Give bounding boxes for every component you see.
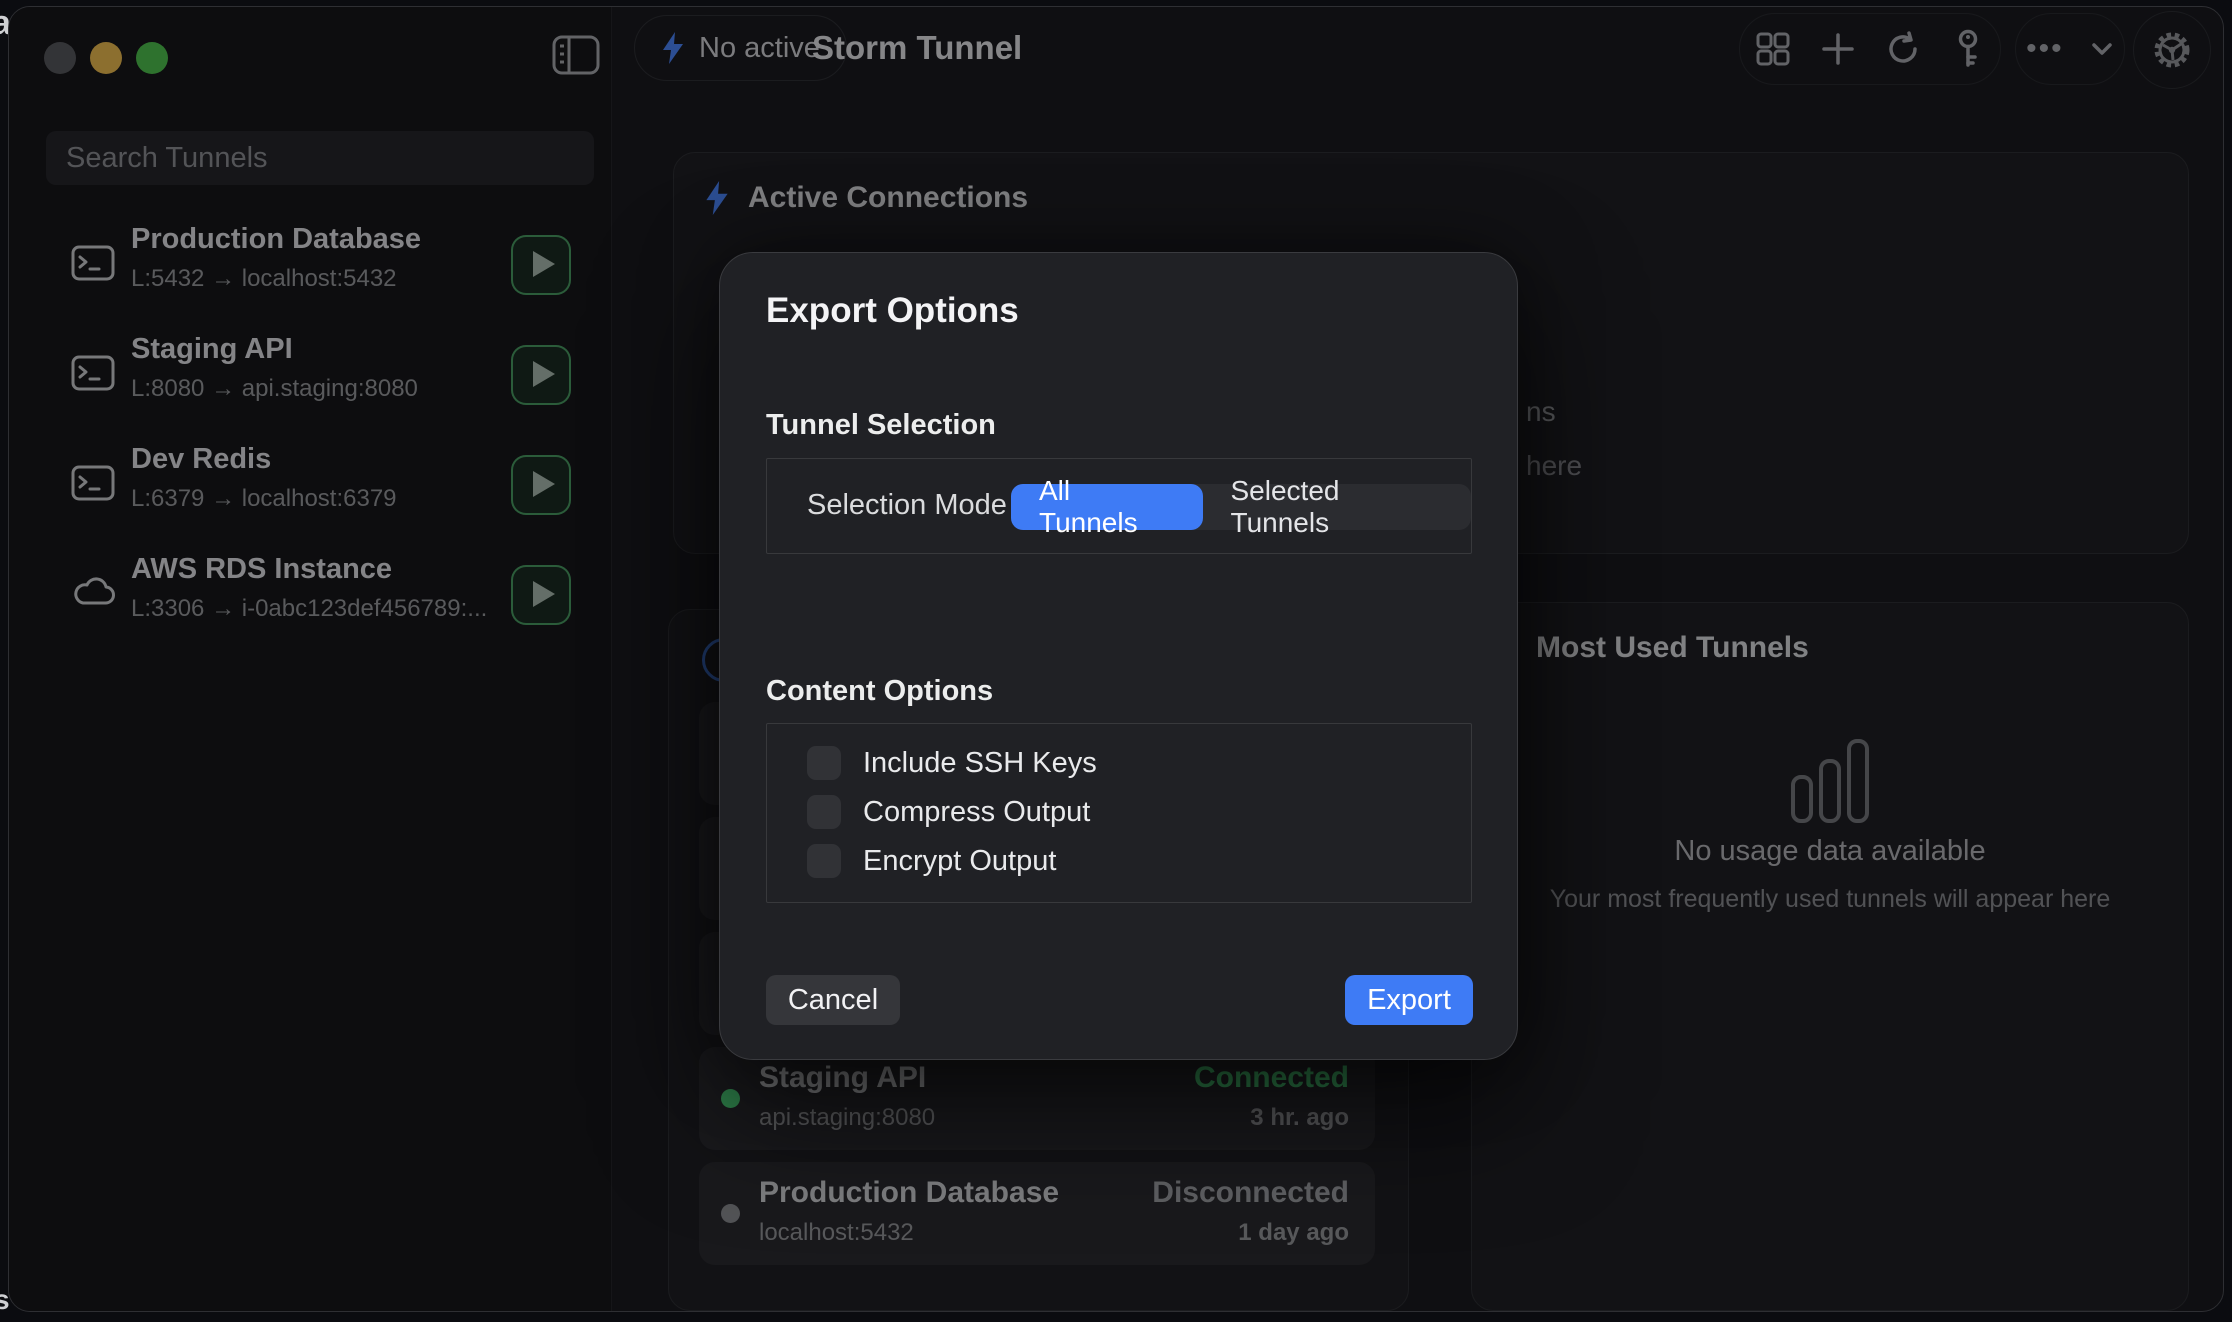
tunnel-selection-box: Selection Mode All Tunnels Selected Tunn… (766, 458, 1472, 554)
modal-title: Export Options (766, 291, 1019, 331)
checkbox-encrypt-output[interactable] (807, 844, 841, 878)
checkbox-compress-output[interactable] (807, 795, 841, 829)
content-options-title: Content Options (766, 675, 993, 708)
checkbox-row-include-ssh-keys[interactable]: Include SSH Keys (807, 746, 1097, 780)
selection-mode-segmented-control: All Tunnels Selected Tunnels (1011, 484, 1471, 530)
app-window: Production Database L:5432 → localhost:5… (8, 6, 2224, 1312)
screen: an s Production Database L:5432 → l (0, 0, 2232, 1322)
checkbox-label: Include SSH Keys (863, 747, 1097, 780)
checkbox-label: Compress Output (863, 796, 1090, 829)
checkbox-include-ssh-keys[interactable] (807, 746, 841, 780)
checkbox-label: Encrypt Output (863, 845, 1056, 878)
export-button[interactable]: Export (1345, 975, 1473, 1025)
tunnel-selection-title: Tunnel Selection (766, 409, 996, 442)
content-options-box: Include SSH Keys Compress Output Encrypt… (766, 723, 1472, 903)
checkbox-row-encrypt-output[interactable]: Encrypt Output (807, 844, 1056, 878)
segment-all-tunnels[interactable]: All Tunnels (1011, 484, 1203, 530)
selection-mode-label: Selection Mode (807, 489, 1007, 522)
export-options-modal: Export Options Tunnel Selection Selectio… (719, 252, 1518, 1060)
cancel-button[interactable]: Cancel (766, 975, 900, 1025)
segment-selected-tunnels[interactable]: Selected Tunnels (1203, 484, 1472, 530)
checkbox-row-compress-output[interactable]: Compress Output (807, 795, 1090, 829)
